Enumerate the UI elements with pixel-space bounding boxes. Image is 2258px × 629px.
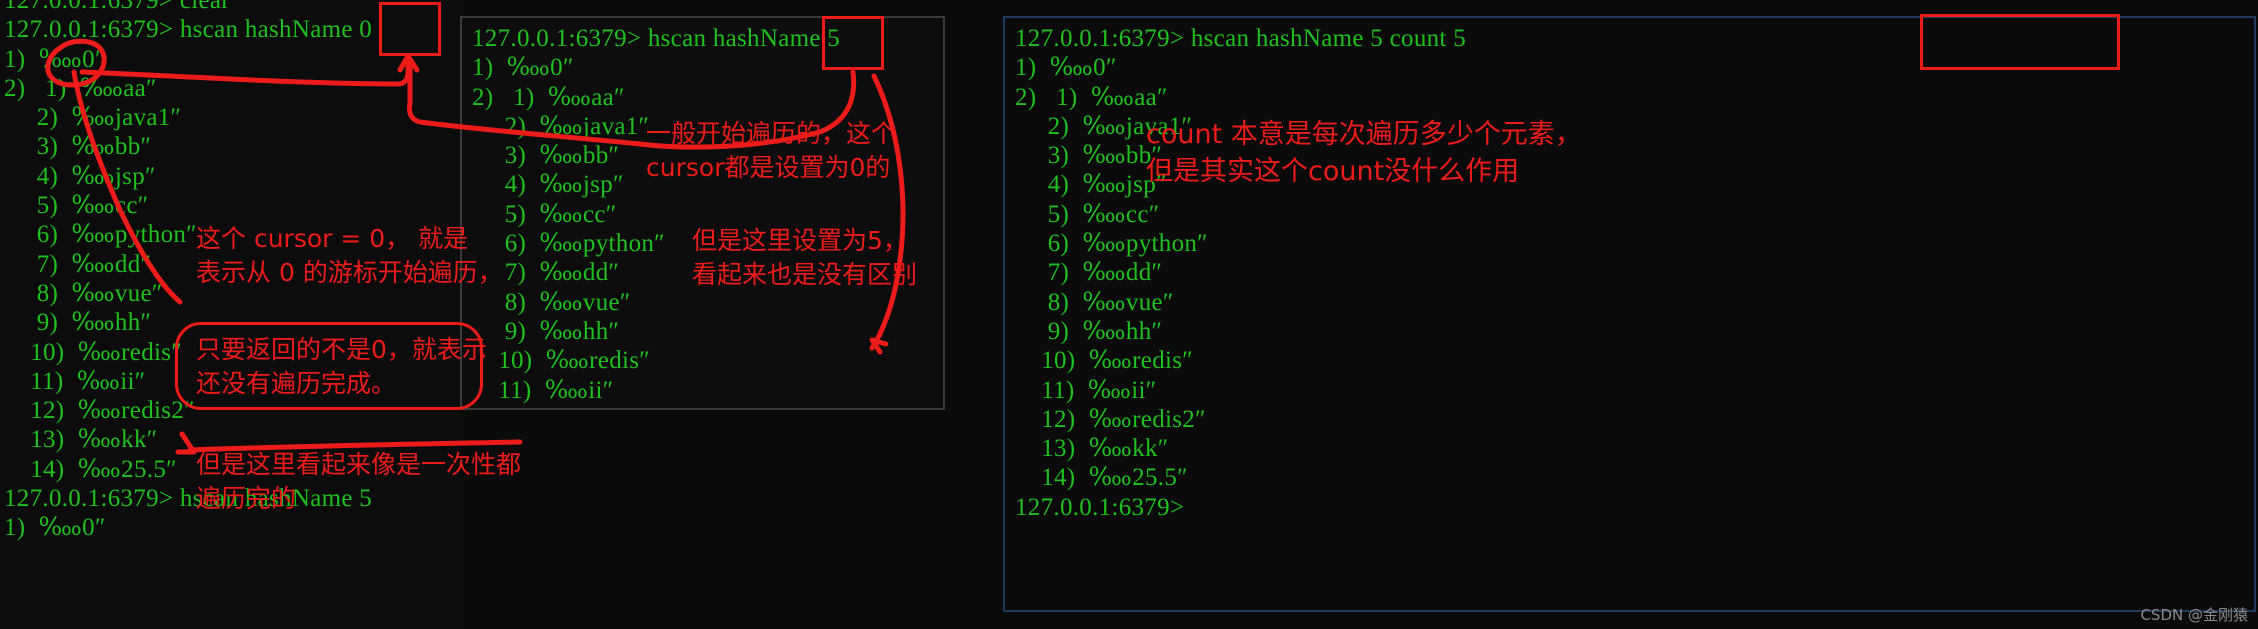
curve-left-zero-to-bubble xyxy=(71,69,183,305)
annotation-set-five: 但是这里设置为5， 看起来也是没有区别 xyxy=(692,226,918,289)
screenshot-root: 127.0.0.1:6379> clear 127.0.0.1:6379> hs… xyxy=(0,0,2258,629)
annotation-one-shot: 但是这里看起来像是一次性都 遍历完的 xyxy=(196,450,522,513)
arrowhead-mid-curve xyxy=(869,337,889,355)
annotation-not-zero: 只要返回的不是0，就表示 还没有遍历完成。 xyxy=(196,335,487,398)
csdn-watermark: CSDN @金刚猿 xyxy=(2140,606,2248,624)
connector-left-list-to-rect xyxy=(79,55,411,87)
annotation-general-cursor: 一般开始遍历的，这个 cursor都是设置为0的 xyxy=(646,119,897,182)
arrowhead-one-shot xyxy=(175,431,197,455)
annotation-strokes xyxy=(45,38,906,455)
annotation-count-meaning: count 本意是每次遍历多少个元素， 但是其实这个count没什么作用 xyxy=(1146,119,1582,187)
annotation-cursor-zero: 这个 cursor = 0， 就是 表示从 0 的游标开始遍历， xyxy=(196,224,503,287)
